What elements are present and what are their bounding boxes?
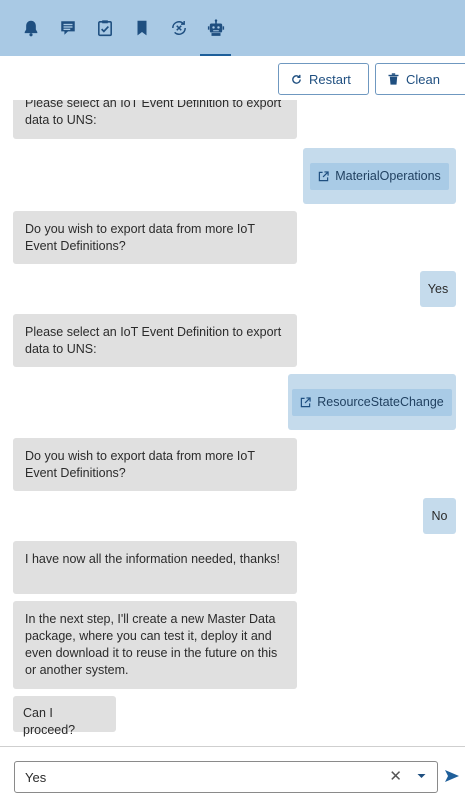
bookmark-icon	[137, 20, 146, 36]
clean-button[interactable]: Clean	[375, 63, 465, 95]
tab-bookmarks[interactable]	[123, 0, 160, 56]
clean-label: Clean	[406, 71, 440, 87]
top-toolbar	[0, 0, 465, 56]
composer-divider	[0, 746, 465, 747]
clear-icon[interactable]: ✕	[389, 769, 402, 784]
bot-message: Please select an IoT Event Definition to…	[13, 100, 297, 139]
toolbar-tabs	[0, 0, 234, 56]
bot-message: Can I proceed?	[13, 696, 116, 737]
bot-message: Do you wish to export data from more IoT…	[13, 438, 297, 491]
user-message: ResourceStateChange	[288, 374, 456, 430]
answer-input[interactable]	[15, 762, 395, 792]
restart-button[interactable]: Restart	[278, 63, 369, 95]
tab-sync-errors[interactable]	[160, 0, 197, 56]
tab-assistant[interactable]	[197, 0, 234, 56]
trash-icon	[388, 73, 399, 85]
bot-message: In the next step, I'll create a new Mast…	[13, 601, 297, 689]
sync-error-icon	[171, 21, 186, 35]
external-link-icon	[318, 170, 329, 182]
answer-combobox[interactable]: ✕	[14, 761, 438, 793]
chat-icon	[60, 21, 75, 35]
bot-message: Do you wish to export data from more IoT…	[13, 211, 297, 264]
tab-checklist[interactable]	[86, 0, 123, 56]
clipboard-check-icon	[97, 20, 112, 37]
bot-message: I have now all the information needed, t…	[13, 541, 297, 594]
user-message: No	[423, 498, 456, 534]
user-message: Yes	[420, 271, 456, 307]
chevron-down-icon[interactable]	[416, 770, 427, 785]
user-message: MaterialOperations	[303, 148, 456, 204]
tab-notifications[interactable]	[12, 0, 49, 56]
tab-messages[interactable]	[49, 0, 86, 56]
restart-icon	[291, 74, 302, 85]
chat-actions: Restart Clean	[278, 63, 465, 95]
chat-transcript[interactable]: Please select an IoT Event Definition to…	[0, 100, 465, 743]
restart-label: Restart	[309, 71, 351, 87]
robot-icon	[207, 19, 224, 36]
bot-message: Please select an IoT Event Definition to…	[13, 314, 297, 367]
link-chip[interactable]: MaterialOperations	[310, 162, 449, 190]
link-chip[interactable]: ResourceStateChange	[292, 388, 452, 416]
bell-icon	[24, 20, 37, 37]
external-link-icon	[300, 396, 311, 408]
send-icon[interactable]	[444, 768, 460, 787]
